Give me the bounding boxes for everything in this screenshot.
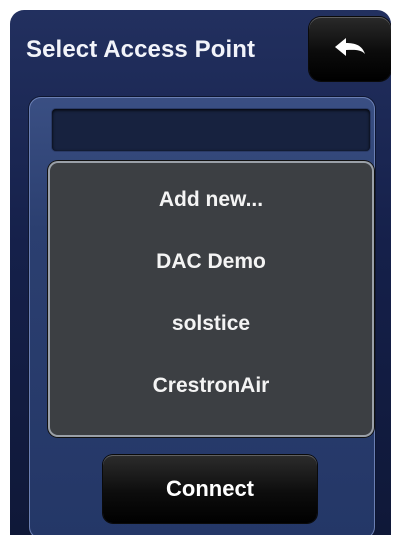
- ssid-field[interactable]: [52, 109, 370, 151]
- list-item-solstice[interactable]: solstice: [48, 293, 374, 355]
- access-point-panel: Add new... DAC Demo solstice CrestronAir…: [29, 97, 375, 535]
- back-button[interactable]: [309, 17, 391, 81]
- list-item-add-new[interactable]: Add new...: [48, 169, 374, 231]
- connect-button[interactable]: Connect: [103, 455, 317, 523]
- access-point-list[interactable]: Add new... DAC Demo solstice CrestronAir: [48, 161, 374, 437]
- page-title: Select Access Point: [26, 36, 256, 63]
- list-item-crestronair[interactable]: CrestronAir: [48, 355, 374, 417]
- list-item-dac-demo[interactable]: DAC Demo: [48, 231, 374, 293]
- back-arrow-icon: [333, 36, 367, 63]
- access-point-screen: Select Access Point Add new... DAC Demo …: [10, 10, 391, 535]
